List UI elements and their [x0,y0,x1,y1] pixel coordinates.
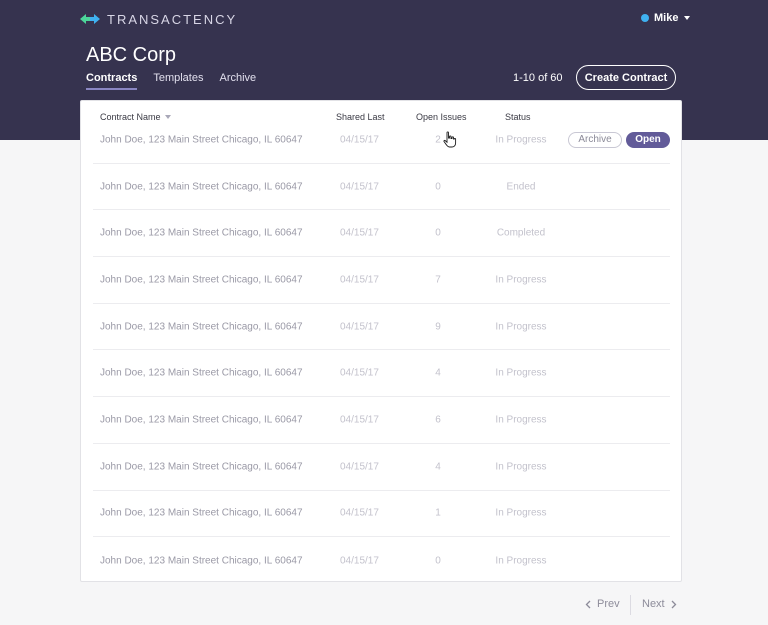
status-label: In Progress [495,274,547,286]
result-count: 1-10 of 60 [513,72,563,84]
contract-name: John Doe, 123 Main Street Chicago, IL 60… [100,461,303,473]
shared-date: 04/15/17 [340,367,379,379]
logo[interactable]: TRANSACTENCY [80,11,237,27]
open-issues: 6 [435,414,441,426]
row-actions: Archive Open [568,131,670,148]
tab-templates[interactable]: Templates [153,72,203,90]
shared-date: 04/15/17 [340,555,379,567]
chevron-left-icon [585,600,591,608]
table-row[interactable]: John Doe, 123 Main Street Chicago, IL 60… [93,304,670,351]
contract-name: John Doe, 123 Main Street Chicago, IL 60… [100,367,303,379]
contract-name: John Doe, 123 Main Street Chicago, IL 60… [100,274,303,286]
open-issues: 7 [435,274,441,286]
chevron-down-icon [684,16,691,20]
open-issues: 4 [435,367,441,379]
contract-name: John Doe, 123 Main Street Chicago, IL 60… [100,507,303,519]
table-row[interactable]: John Doe, 123 Main Street Chicago, IL 60… [93,257,670,304]
status-label: Completed [496,227,546,239]
open-issues: 0 [435,227,441,239]
prev-label: Prev [597,598,620,610]
table-row[interactable]: John Doe, 123 Main Street Chicago, IL 60… [93,164,670,211]
contract-name: John Doe, 123 Main Street Chicago, IL 60… [100,134,303,146]
status-label: In Progress [495,507,547,519]
shared-date: 04/15/17 [340,507,379,519]
online-dot-icon [641,14,649,22]
contracts-table: Contract Name Shared Last Open Issues St… [80,100,682,582]
contract-name: John Doe, 123 Main Street Chicago, IL 60… [100,555,303,567]
logo-arrows-icon [80,14,100,24]
shared-date: 04/15/17 [340,134,379,146]
shared-date: 04/15/17 [340,321,379,333]
table-row[interactable]: John Doe, 123 Main Street Chicago, IL 60… [93,444,670,491]
open-issues: 9 [435,321,441,333]
table-body: John Doe, 123 Main Street Chicago, IL 60… [93,117,670,584]
table-row[interactable]: John Doe, 123 Main Street Chicago, IL 60… [93,117,670,164]
contract-name: John Doe, 123 Main Street Chicago, IL 60… [100,181,303,193]
open-issues: 0 [435,555,441,567]
status-label: In Progress [495,367,547,379]
status-label: In Progress [495,134,547,146]
shared-date: 04/15/17 [340,181,379,193]
table-row[interactable]: John Doe, 123 Main Street Chicago, IL 60… [93,350,670,398]
open-issues: 0 [435,181,441,193]
open-issues: 1 [435,507,441,519]
open-button[interactable]: Open [626,131,670,148]
table-row[interactable]: John Doe, 123 Main Street Chicago, IL 60… [93,537,670,584]
create-contract-button[interactable]: Create Contract [576,65,676,90]
table-row[interactable]: John Doe, 123 Main Street Chicago, IL 60… [93,210,670,258]
contract-name: John Doe, 123 Main Street Chicago, IL 60… [100,414,303,426]
tab-bar: Contracts Templates Archive [86,72,256,90]
status-label: In Progress [495,414,547,426]
chevron-right-icon [671,600,677,608]
tab-archive[interactable]: Archive [219,72,256,90]
open-issues: 4 [435,461,441,473]
contract-name: John Doe, 123 Main Street Chicago, IL 60… [100,321,303,333]
shared-date: 04/15/17 [340,274,379,286]
page-title: ABC Corp [86,44,177,66]
prev-page-button[interactable]: Prev [585,598,620,610]
pager-divider [630,595,631,615]
status-label: In Progress [495,321,547,333]
table-row[interactable]: John Doe, 123 Main Street Chicago, IL 60… [93,397,670,444]
brand-name: TRANSACTENCY [107,11,238,27]
hand-cursor-icon [443,131,457,148]
contract-name: John Doe, 123 Main Street Chicago, IL 60… [100,227,303,239]
shared-date: 04/15/17 [340,461,379,473]
user-menu[interactable]: Mike [641,12,691,24]
table-row[interactable]: John Doe, 123 Main Street Chicago, IL 60… [93,491,670,538]
status-label: In Progress [495,461,547,473]
status-label: Ended [506,181,536,193]
status-label: In Progress [495,555,547,567]
next-page-button[interactable]: Next [642,598,677,610]
shared-date: 04/15/17 [340,227,379,239]
user-name: Mike [654,12,679,24]
archive-button[interactable]: Archive [568,131,622,148]
next-label: Next [642,598,665,610]
tab-contracts[interactable]: Contracts [86,72,138,90]
shared-date: 04/15/17 [340,414,379,426]
